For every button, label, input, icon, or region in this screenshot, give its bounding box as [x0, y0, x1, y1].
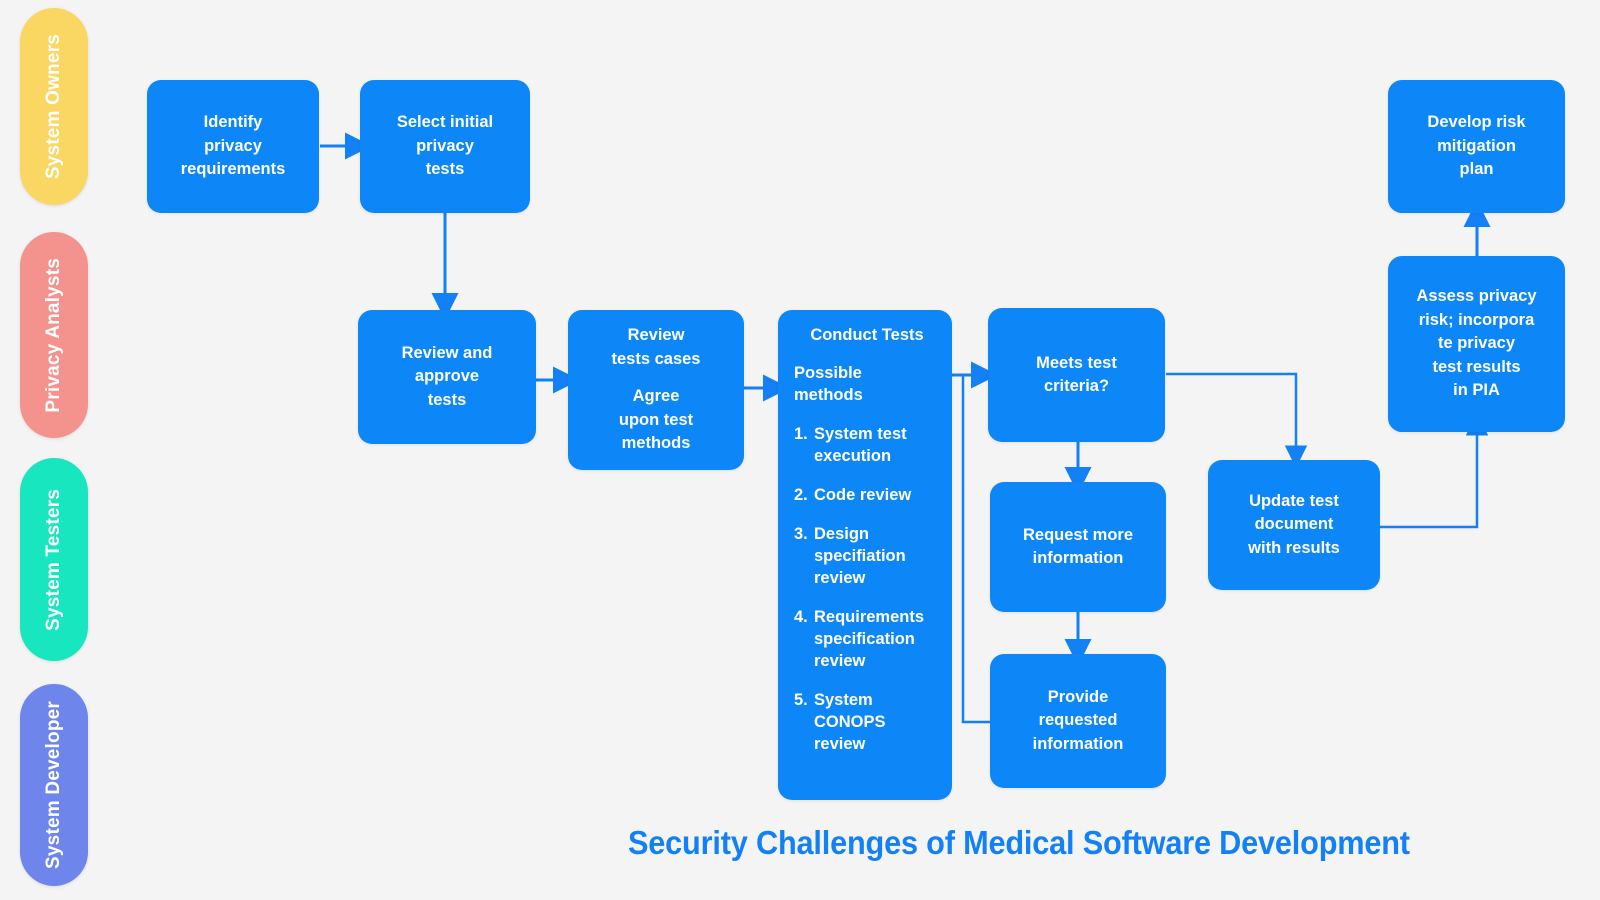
- node-text-line: Request more: [1022, 525, 1134, 544]
- node-update-test-document[interactable]: Update test document with results: [1208, 460, 1380, 590]
- node-text-line: information: [1032, 549, 1124, 567]
- node-text-line: approve: [414, 367, 480, 386]
- node-text-line: information: [1032, 734, 1124, 753]
- list-item-number: 4.: [794, 607, 808, 626]
- lane-label-privacy-analysts: Privacy Analysts: [43, 257, 64, 413]
- node-text-line: Identify: [203, 113, 263, 132]
- node-text-line: requested: [1038, 711, 1118, 730]
- lane-system-owners: System Owners: [20, 8, 88, 205]
- conduct-tests-method-list: 1. System test execution 2. Code review …: [794, 424, 940, 755]
- node-text-line: Select initial: [396, 113, 494, 132]
- node-develop-risk-mitigation-plan[interactable]: Develop risk mitigation plan: [1388, 80, 1565, 213]
- node-text-line: Possible: [794, 364, 862, 383]
- node-text-line: with results: [1248, 538, 1340, 557]
- node-review-tests-cases[interactable]: Review tests cases Agree upon test metho…: [568, 310, 744, 470]
- node-text-line: in PIA: [1453, 381, 1500, 400]
- node-text-line: tests: [427, 390, 467, 409]
- list-item-label: System test execution: [814, 425, 907, 466]
- node-text-line: risk; incorpora: [1418, 310, 1535, 329]
- node-text-line: criteria?: [1043, 377, 1110, 395]
- list-item-label: System CONOPS review: [814, 690, 886, 753]
- list-item-number: 2.: [794, 486, 808, 505]
- node-text-line: Update test: [1249, 491, 1339, 510]
- node-text-line: tests cases: [611, 349, 701, 368]
- conduct-tests-title: Conduct Tests: [810, 326, 924, 344]
- node-text-line: document: [1254, 515, 1334, 534]
- lane-system-developer: System Developer: [20, 684, 88, 886]
- node-text-line: plan: [1459, 160, 1494, 179]
- page-title: Security Challenges of Medical Software …: [628, 824, 1410, 861]
- node-text-line: Review and: [401, 343, 493, 362]
- lane-privacy-analysts: Privacy Analysts: [20, 232, 88, 438]
- node-text-line: privacy: [204, 136, 262, 155]
- node-text-line: methods: [621, 434, 691, 453]
- connector-provide-info-feedback-loop: [961, 373, 990, 724]
- list-item-label: Requirements specification review: [814, 607, 925, 670]
- conduct-tests-subtitle: Possible methods: [794, 363, 902, 406]
- node-text-line: requirements: [180, 160, 286, 179]
- node-text-line: Provide: [1047, 687, 1109, 706]
- list-item: 5. System CONOPS review: [794, 690, 940, 756]
- list-item-number: 3.: [794, 525, 808, 544]
- list-item-label: Design specifiation review: [814, 525, 906, 587]
- node-text-line: Review: [627, 326, 685, 345]
- node-text-line: mitigation: [1437, 136, 1516, 155]
- list-item: 4. Requirements specification review: [794, 607, 940, 673]
- list-item-label: Code review: [814, 486, 912, 505]
- lane-label-system-developer: System Developer: [43, 701, 64, 869]
- node-text-line: Assess privacy: [1416, 287, 1537, 306]
- node-conduct-tests[interactable]: Conduct Tests Possible methods 1. System…: [778, 310, 952, 800]
- node-text-line: te privacy: [1437, 334, 1516, 353]
- list-item: 3. Design specifiation review: [794, 524, 940, 590]
- connector-update-doc-to-assess-risk: [1380, 413, 1489, 529]
- lane-label-system-owners: System Owners: [43, 33, 64, 180]
- list-item: 1. System test execution: [794, 424, 940, 468]
- node-text-line: Agree: [632, 387, 680, 406]
- node-text-line: privacy: [416, 136, 474, 155]
- node-text-line: Meets test: [1036, 353, 1117, 372]
- node-text-line: upon test: [618, 410, 694, 429]
- node-text-line: Develop risk: [1427, 113, 1526, 132]
- node-review-and-approve-tests[interactable]: Review and approve tests: [358, 310, 536, 444]
- node-request-more-information[interactable]: Request more information: [990, 482, 1166, 612]
- node-select-initial-privacy-tests[interactable]: Select initial privacy tests: [360, 80, 530, 213]
- node-text-line: methods: [794, 385, 863, 404]
- list-item-number: 1.: [794, 425, 808, 444]
- lane-system-testers: System Testers: [20, 458, 88, 661]
- node-text-line: test results: [1432, 357, 1521, 376]
- list-item-number: 5.: [794, 690, 808, 709]
- lane-label-system-testers: System Testers: [43, 488, 64, 631]
- node-identify-privacy-requirements[interactable]: Identify privacy requirements: [147, 80, 319, 213]
- node-meets-test-criteria[interactable]: Meets test criteria?: [988, 308, 1165, 442]
- list-item: 2. Code review: [794, 485, 940, 507]
- connector-meets-criteria-to-update-doc: [1166, 372, 1308, 468]
- node-provide-requested-information[interactable]: Provide requested information: [990, 654, 1166, 788]
- node-text-line: tests: [425, 160, 465, 179]
- node-assess-privacy-risk[interactable]: Assess privacy risk; incorpora te privac…: [1388, 256, 1565, 432]
